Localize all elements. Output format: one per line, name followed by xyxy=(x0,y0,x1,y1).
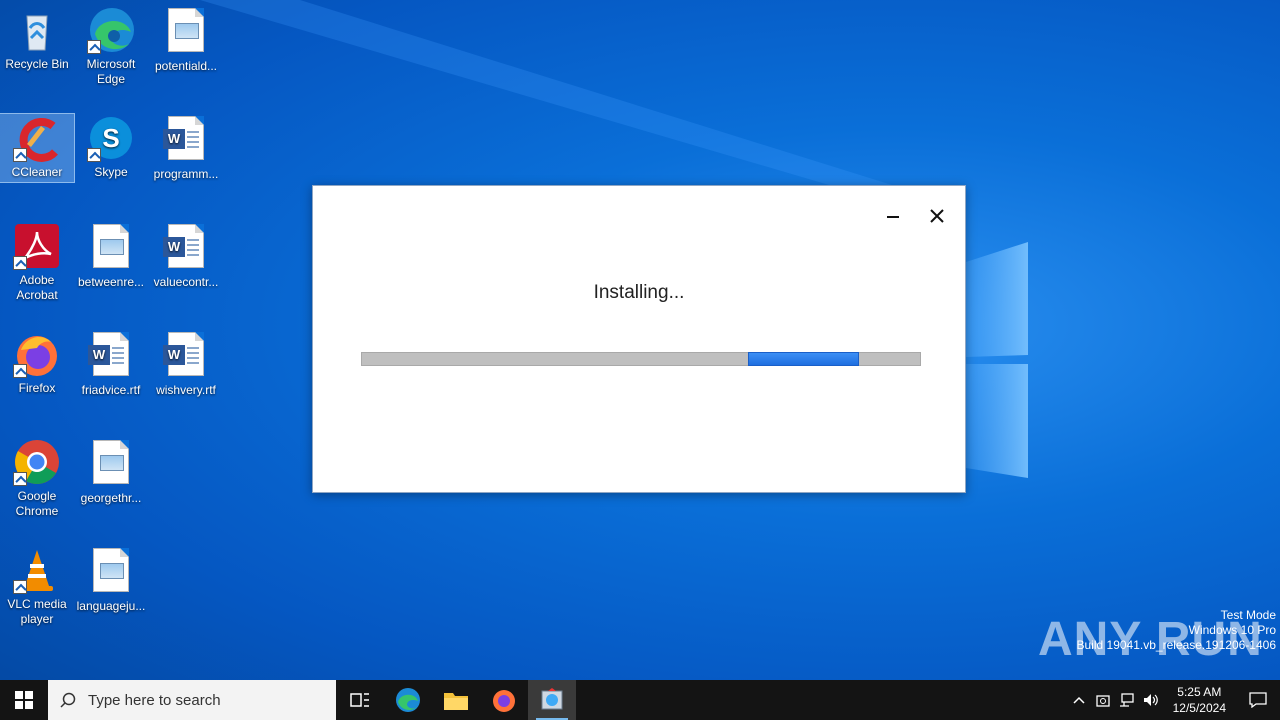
network-icon xyxy=(1119,693,1134,707)
desktop-icon-georgethr[interactable]: georgethr... xyxy=(74,438,148,506)
search-icon xyxy=(60,692,76,708)
taskbar-search-box[interactable]: Type here to search xyxy=(48,680,336,720)
icon-label: valuecontr... xyxy=(153,275,219,289)
volume-button[interactable] xyxy=(1139,692,1163,708)
edge-icon xyxy=(396,688,420,712)
shortcut-arrow-icon xyxy=(13,580,27,594)
network-button[interactable] xyxy=(1115,692,1139,708)
minimize-button[interactable] xyxy=(881,204,905,228)
start-button[interactable] xyxy=(0,680,48,720)
windows-build-watermark: Test Mode Windows 10 Pro Build 19041.vb_… xyxy=(1077,608,1277,653)
taskbar-firefox[interactable] xyxy=(480,680,528,720)
word-document-icon: W xyxy=(163,116,204,160)
desktop-icon-potentiald[interactable]: potentiald... xyxy=(149,6,223,74)
windows-logo-icon xyxy=(15,691,33,709)
firefox-icon xyxy=(493,690,515,712)
icon-label: languageju... xyxy=(76,599,146,613)
taskbar-file-explorer[interactable] xyxy=(432,680,480,720)
task-view-button[interactable] xyxy=(336,680,384,720)
minimize-icon xyxy=(887,216,899,218)
shortcut-arrow-icon xyxy=(13,256,27,270)
chevron-up-icon xyxy=(1073,696,1085,704)
recycle-bin-icon xyxy=(26,15,48,51)
desktop-icon-betweenre[interactable]: betweenre... xyxy=(74,222,148,290)
desktop-icon-google-chrome[interactable]: Google Chrome xyxy=(0,438,74,519)
installer-dialog: Installing... xyxy=(312,185,966,493)
test-mode-text: Test Mode xyxy=(1220,608,1276,622)
svg-text:S: S xyxy=(102,123,119,153)
install-progress-bar xyxy=(361,352,921,366)
desktop-icon-skype[interactable]: S Skype xyxy=(74,114,148,180)
icon-label: wishvery.rtf xyxy=(156,383,216,397)
task-view-icon xyxy=(350,693,369,707)
folder-icon xyxy=(444,693,468,710)
system-tray: 5:25 AM 12/5/2024 xyxy=(1067,680,1280,720)
word-document-icon: W xyxy=(163,332,204,376)
clock-date: 12/5/2024 xyxy=(1172,701,1226,715)
clock-time: 5:25 AM xyxy=(1177,685,1222,699)
icon-label: betweenre... xyxy=(77,275,145,289)
shortcut-arrow-icon xyxy=(87,40,101,54)
notification-icon xyxy=(1249,692,1267,708)
windows-edition-text: Windows 10 Pro xyxy=(1188,623,1276,637)
icon-label: CCleaner xyxy=(11,165,63,179)
icon-label: friadvice.rtf xyxy=(81,383,141,397)
icon-label: Skype xyxy=(94,165,128,179)
install-status-text: Installing... xyxy=(593,282,685,303)
search-placeholder: Type here to search xyxy=(88,691,221,709)
action-center-button[interactable] xyxy=(1236,692,1280,708)
tray-app-button[interactable] xyxy=(1091,692,1115,708)
build-text: Build 19041.vb_release.191206-1406 xyxy=(1076,638,1277,652)
shortcut-arrow-icon xyxy=(13,472,27,486)
taskbar-installer[interactable] xyxy=(528,680,576,720)
desktop-icon-firefox[interactable]: Firefox xyxy=(0,330,74,396)
icon-label: potentiald... xyxy=(154,59,218,73)
icon-label: georgethr... xyxy=(80,491,142,505)
shortcut-arrow-icon xyxy=(13,148,27,162)
desktop-icon-wishvery[interactable]: W wishvery.rtf xyxy=(149,330,223,398)
close-icon xyxy=(930,209,944,223)
icon-label: Google Chrome xyxy=(15,489,59,518)
installer-icon xyxy=(541,688,563,710)
icon-label: Adobe Acrobat xyxy=(16,273,58,302)
icon-label: Recycle Bin xyxy=(5,57,69,71)
shortcut-arrow-icon xyxy=(87,148,101,162)
icon-label: VLC media player xyxy=(7,597,67,626)
show-hidden-icons-button[interactable] xyxy=(1067,696,1091,704)
taskbar-clock[interactable]: 5:25 AM 12/5/2024 xyxy=(1163,684,1236,716)
image-file-icon xyxy=(168,8,204,52)
desktop-icon-vlc[interactable]: VLC media player xyxy=(0,546,74,627)
image-file-icon xyxy=(93,440,129,484)
taskbar: Type here to search 5:25 AM 12/5/2024 xyxy=(0,680,1280,720)
desktop-icon-recycle-bin[interactable]: Recycle Bin xyxy=(0,6,74,72)
desktop-icon-valuecontr[interactable]: W valuecontr... xyxy=(149,222,223,290)
speaker-icon xyxy=(1143,694,1158,706)
progress-marquee-chunk xyxy=(748,352,859,366)
image-file-icon xyxy=(93,224,129,268)
desktop-icon-programm[interactable]: W programm... xyxy=(149,114,223,182)
taskbar-edge[interactable] xyxy=(384,680,432,720)
word-document-icon: W xyxy=(163,224,204,268)
desktop-icon-microsoft-edge[interactable]: Microsoft Edge xyxy=(74,6,148,87)
desktop-icon-adobe-acrobat[interactable]: Adobe Acrobat xyxy=(0,222,74,303)
image-file-icon xyxy=(93,548,129,592)
desktop-icon-friadvice[interactable]: W friadvice.rtf xyxy=(74,330,148,398)
close-button[interactable] xyxy=(925,204,949,228)
icon-label: programm... xyxy=(153,167,219,181)
icon-label: Microsoft Edge xyxy=(86,57,136,86)
desktop-icon-ccleaner[interactable]: CCleaner xyxy=(0,113,75,183)
desktop-icon-languageju[interactable]: languageju... xyxy=(74,546,148,614)
shortcut-arrow-icon xyxy=(13,364,27,378)
word-document-icon: W xyxy=(88,332,129,376)
icon-label: Firefox xyxy=(18,381,56,395)
camera-icon xyxy=(1095,695,1110,707)
